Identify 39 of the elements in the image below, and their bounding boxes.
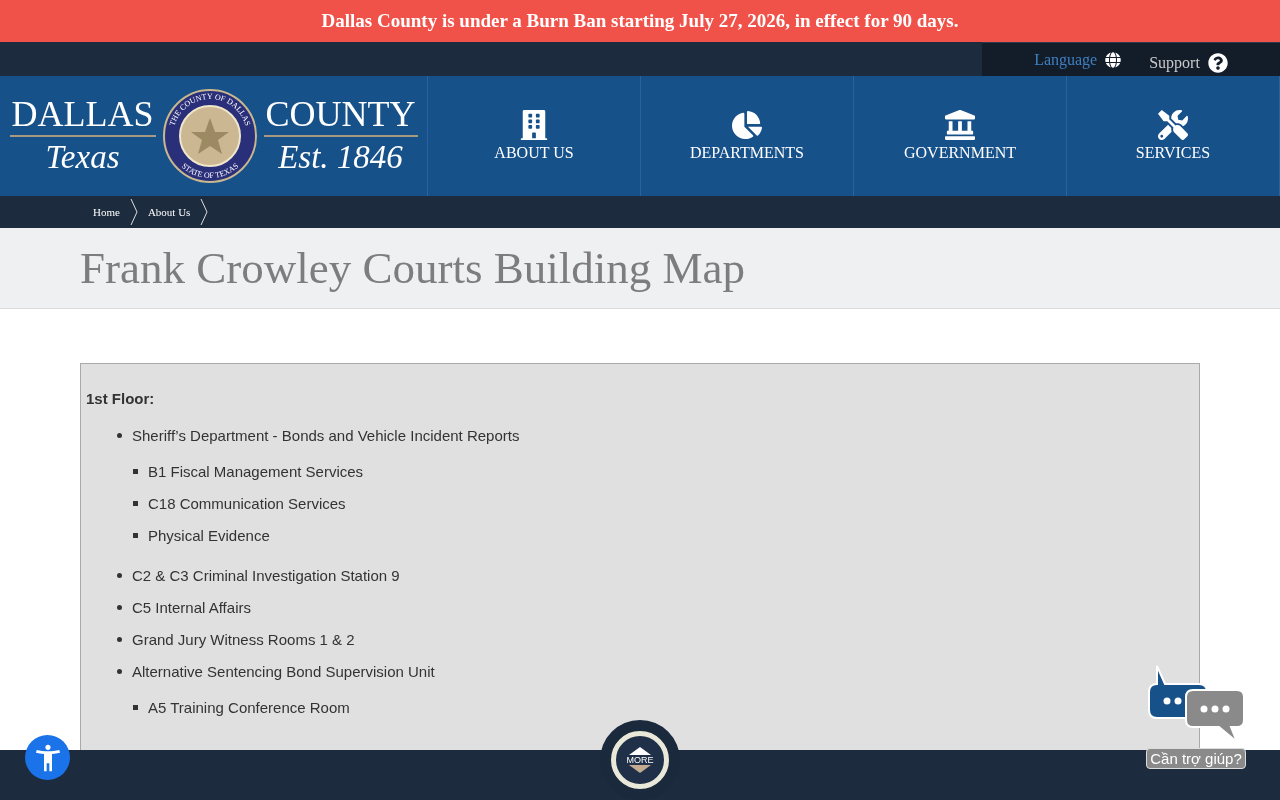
up-arrow-icon bbox=[629, 747, 651, 755]
list-item: Alternative Sentencing Bond Supervision Unit bbox=[132, 662, 435, 680]
bullet-icon bbox=[133, 500, 138, 506]
down-arrow-icon bbox=[629, 765, 651, 773]
list-item: C18 Communication Services bbox=[148, 494, 346, 512]
pie-chart-icon bbox=[732, 110, 762, 140]
list-item: A5 Training Conference Room bbox=[148, 698, 350, 716]
bullet-icon bbox=[117, 636, 122, 642]
support-link[interactable]: Support bbox=[1149, 52, 1228, 73]
logo-text: Texas bbox=[45, 138, 120, 177]
list-item: Grand Jury Witness Rooms 1 & 2 bbox=[132, 630, 355, 648]
alert-text: Dallas County is under a Burn Ban starting July 27, 2026, in effect for 90 days. bbox=[321, 10, 959, 32]
breadcrumb-link[interactable]: About Us bbox=[147, 206, 191, 218]
logo-text: Est. 1846 bbox=[278, 138, 403, 177]
breadcrumb-link[interactable]: Home bbox=[93, 206, 120, 218]
list-item: Physical Evidence bbox=[148, 526, 270, 544]
more-button[interactable]: MORE bbox=[611, 731, 669, 789]
breadcrumb-separator-icon bbox=[129, 198, 138, 226]
building-icon bbox=[519, 110, 549, 140]
bullet-icon bbox=[117, 604, 122, 610]
breadcrumb-separator-icon bbox=[200, 198, 209, 226]
list-item: Sheriff’s Department - Bonds and Vehicle Incident Reports bbox=[132, 426, 520, 444]
list-item: C5 Internal Affairs bbox=[132, 598, 251, 616]
bullet-icon bbox=[133, 532, 138, 538]
floor-heading: 1st Floor: bbox=[86, 390, 156, 407]
bullet-icon bbox=[133, 468, 138, 474]
logo-text: DALLAS bbox=[9, 95, 156, 137]
page-title: Frank Crowley Courts Building Map bbox=[80, 242, 745, 294]
globe-icon bbox=[1105, 51, 1122, 68]
bullet-icon bbox=[117, 572, 122, 578]
logo-text: COUNTY bbox=[263, 95, 418, 137]
tools-icon bbox=[1158, 110, 1188, 140]
bullet-icon bbox=[133, 704, 138, 710]
list-item: C2 & C3 Criminal Investigation Station 9 bbox=[132, 566, 400, 584]
bullet-icon bbox=[117, 668, 122, 674]
bullet-icon bbox=[117, 432, 122, 438]
list-item: B1 Fiscal Management Services bbox=[148, 462, 364, 480]
help-icon bbox=[1207, 52, 1228, 73]
language-link[interactable]: Language bbox=[1034, 50, 1122, 69]
